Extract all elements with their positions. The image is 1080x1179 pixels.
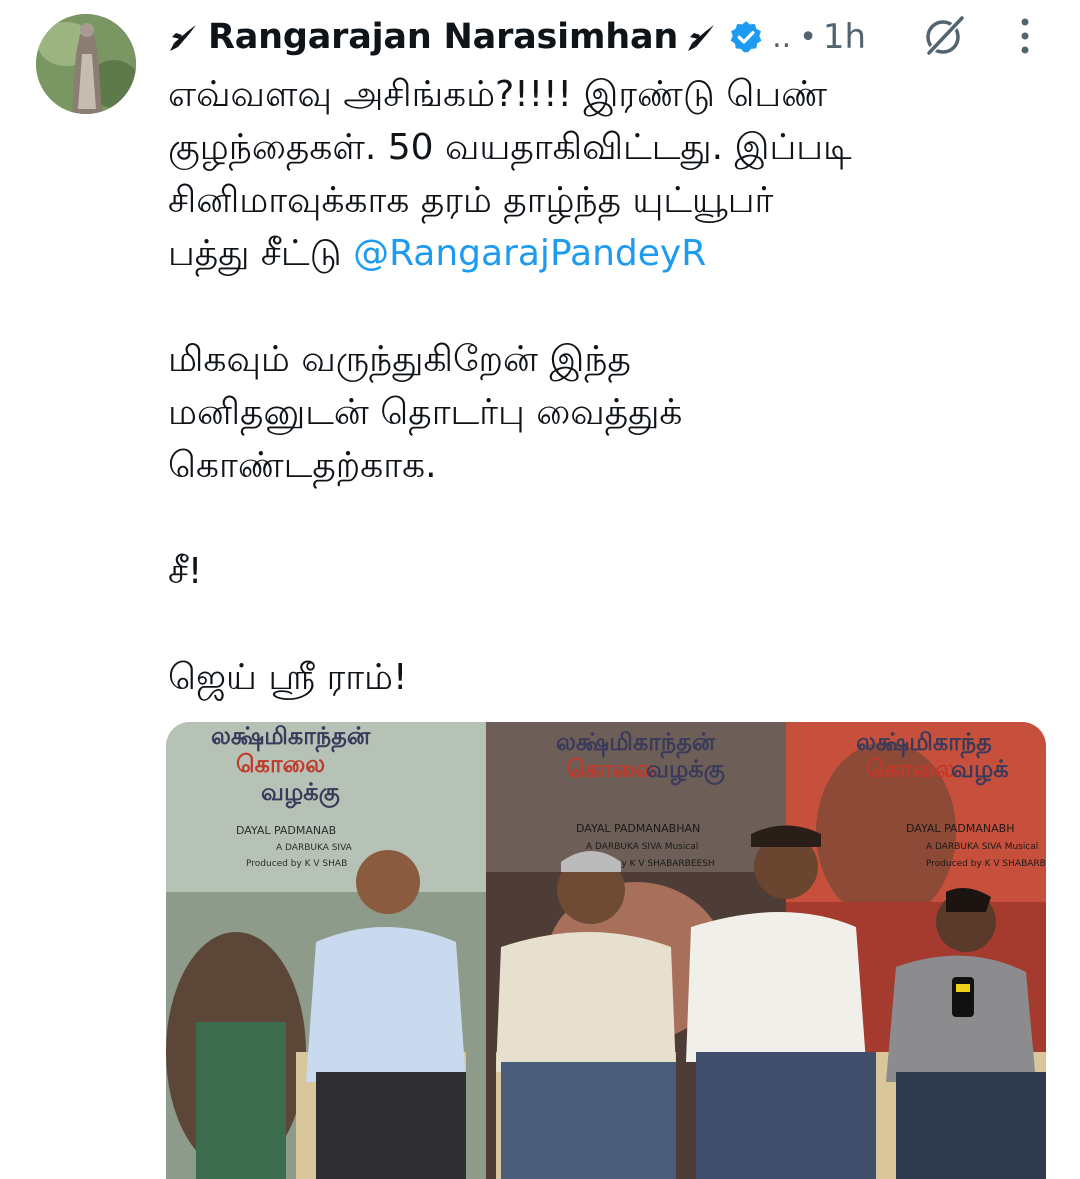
svg-text:DAYAL PADMANABH: DAYAL PADMANABH — [906, 822, 1014, 835]
more-vertical-icon[interactable] — [1010, 12, 1040, 60]
verified-badge-icon — [728, 19, 764, 55]
avatar[interactable] — [36, 14, 136, 114]
svg-text:Produced by K V SHAB: Produced by K V SHAB — [246, 859, 347, 869]
tweet-line-text: பத்து சீட்டு — [168, 233, 354, 274]
svg-text:வழக்கு: வழக்கு — [261, 778, 340, 809]
rocket-icon — [684, 19, 720, 55]
tweet-line: மிகவும் வருந்துகிறேன் இந்த — [168, 339, 631, 380]
media-image[interactable]: லக்ஷ்மிகாந்தன் கொலை வழக்கு DAYAL PADMANA… — [166, 722, 1046, 1179]
tweet-line: பத்து சீட்டு @RangarajPandeyR — [168, 227, 1048, 280]
tweet-line: கொண்டதற்காக. — [168, 445, 437, 486]
timestamp[interactable]: 1h — [823, 17, 866, 57]
svg-text:DAYAL PADMANABHAN: DAYAL PADMANABHAN — [576, 822, 700, 835]
svg-text:கொலை: கொலை — [866, 755, 955, 783]
svg-text:கொலை: கொலை — [236, 750, 325, 778]
svg-text:கொலை: கொலை — [566, 755, 655, 783]
tweet-line: எவ்வளவு அசிங்கம்?!!!! இரண்டு பெண் — [168, 74, 828, 115]
svg-text:A DARBUKA SIVA Musical: A DARBUKA SIVA Musical — [926, 842, 1038, 852]
handle-truncated[interactable]: .. — [772, 20, 791, 55]
grok-icon[interactable] — [920, 12, 968, 60]
mention-link[interactable]: @RangarajPandeyR — [353, 233, 706, 274]
rocket-icon — [166, 19, 202, 55]
tweet-line: சீ! — [168, 551, 203, 592]
svg-text:வழக்கு: வழக்கு — [646, 755, 725, 786]
svg-text:A DARBUKA SIVA Musical: A DARBUKA SIVA Musical — [586, 842, 698, 852]
svg-text:லக்ஷ்மிகாந்தன்: லக்ஷ்மிகாந்தன் — [211, 722, 371, 753]
svg-text:A DARBUKA SIVA: A DARBUKA SIVA — [276, 843, 353, 853]
tweet-line: சினிமாவுக்காக தரம் தாழ்ந்த யுட்யூபர் — [168, 180, 774, 221]
tweet-line: ஜெய் ஸ்ரீ ராம்! — [168, 657, 408, 698]
tweet-line: மனிதனுடன் தொடர்பு வைத்துக் — [168, 392, 683, 433]
tweet-text: எவ்வளவு அசிங்கம்?!!!! இரண்டு பெண் குழந்த… — [168, 68, 1048, 704]
tweet[interactable]: Rangarajan Narasimhan .. • 1h எவ்வளவு அச… — [0, 0, 1080, 1179]
separator-dot: • — [799, 19, 817, 55]
tweet-line: குழந்தைகள். 50 வயதாகிவிட்டது. இப்படி — [168, 127, 852, 168]
svg-text:வழக்: வழக் — [951, 755, 1009, 786]
display-name[interactable]: Rangarajan Narasimhan — [208, 17, 678, 57]
svg-text:Produced by K V SHABARBEESH: Produced by K V SHABARBEESH — [926, 859, 1046, 869]
svg-text:DAYAL PADMANAB: DAYAL PADMANAB — [236, 824, 336, 837]
